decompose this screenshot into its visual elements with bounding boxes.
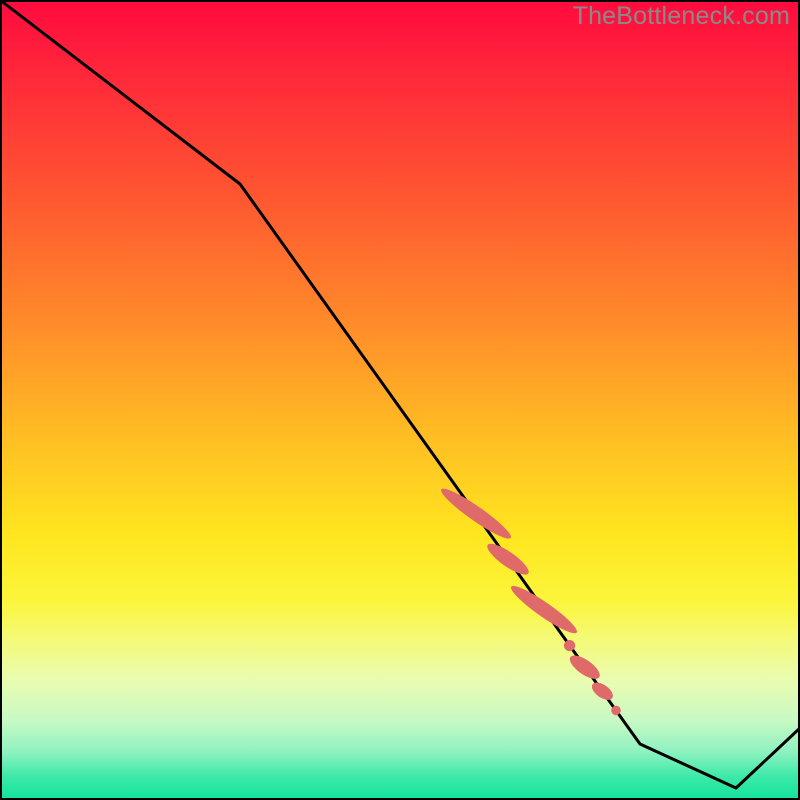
marker-blob [564,640,575,651]
marker-blob [566,651,603,683]
bottleneck-chart: TheBottleneck.com [0,0,800,800]
marker-blob [484,539,533,579]
marker-blob [589,679,616,703]
marker-blob [611,706,621,716]
marker-blob [437,483,515,543]
data-line-group [0,0,800,788]
data-line [0,0,800,788]
marker-blob [507,581,581,639]
watermark-text: TheBottleneck.com [573,2,790,31]
plot-area [0,0,800,800]
